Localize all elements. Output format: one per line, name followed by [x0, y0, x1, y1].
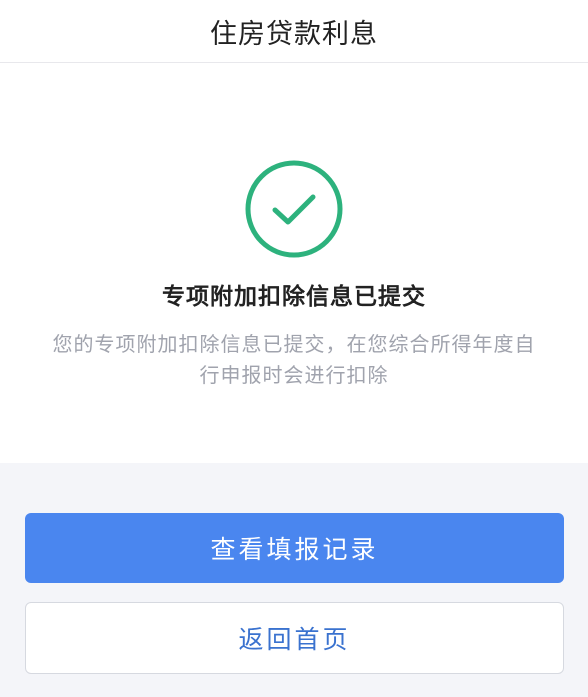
page-header: 住房贷款利息 [0, 0, 588, 63]
view-records-button[interactable]: 查看填报记录 [25, 513, 564, 583]
result-title: 专项附加扣除信息已提交 [162, 284, 426, 310]
check-circle-icon [245, 160, 343, 258]
result-card: 专项附加扣除信息已提交 您的专项附加扣除信息已提交，在您综合所得年度自行申报时会… [0, 63, 588, 463]
back-home-button[interactable]: 返回首页 [25, 602, 564, 674]
page-title: 住房贷款利息 [210, 18, 378, 50]
result-description: 您的专项附加扣除信息已提交，在您综合所得年度自行申报时会进行扣除 [52, 332, 536, 387]
